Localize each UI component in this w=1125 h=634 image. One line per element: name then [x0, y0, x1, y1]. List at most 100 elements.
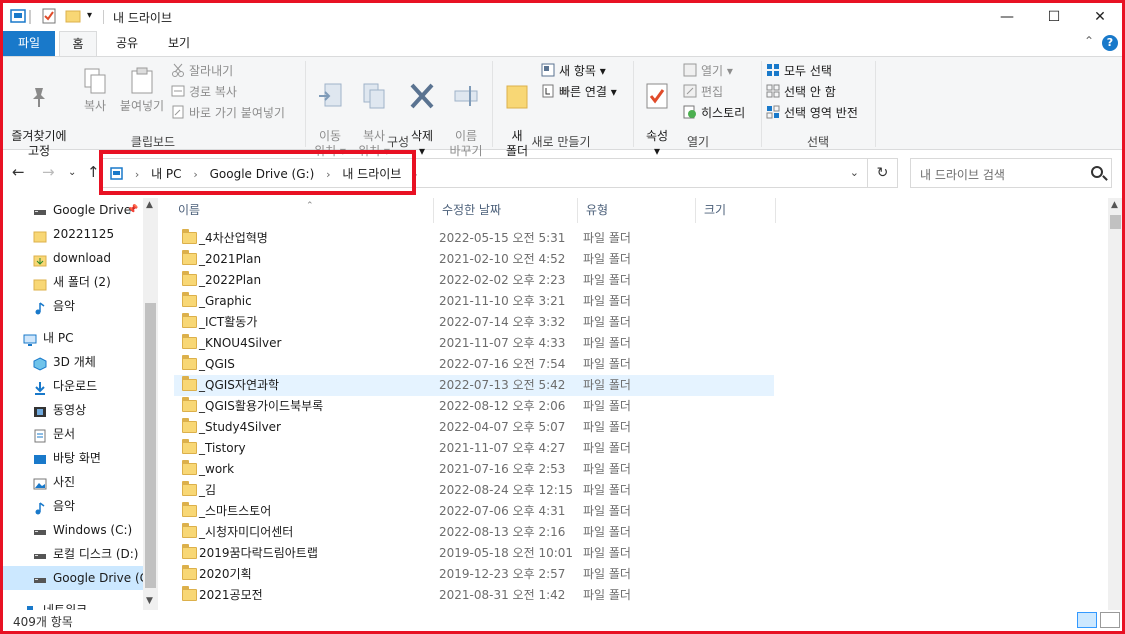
edit-button[interactable]: 편집 — [683, 82, 723, 102]
file-type: 파일 폴더 — [583, 336, 631, 350]
copy-button[interactable]: 복사 — [77, 67, 113, 114]
nav-item[interactable]: Google Drive (G:) — [3, 566, 143, 590]
scroll-up-icon[interactable]: ▲ — [146, 200, 153, 210]
select-none-button[interactable]: 선택 안 함 — [766, 82, 836, 102]
nav-item[interactable]: 20221125 — [3, 222, 143, 246]
table-row[interactable]: _스마트스토어 2022-07-06 오후 4:31 파일 폴더 — [174, 501, 774, 522]
recent-locations-button[interactable]: ⌄ — [68, 167, 76, 178]
table-row[interactable]: _ICT활동가 2022-07-14 오후 3:32 파일 폴더 — [174, 312, 774, 333]
open-button[interactable]: 열기 ▾ — [683, 61, 733, 81]
file-type: 파일 폴더 — [583, 441, 631, 455]
search-box[interactable]: 내 드라이브 검색 — [910, 158, 1112, 188]
table-row[interactable]: _Study4Silver 2022-04-07 오후 5:07 파일 폴더 — [174, 417, 774, 438]
table-row[interactable]: _김 2022-08-24 오후 12:15 파일 폴더 — [174, 480, 774, 501]
nav-item[interactable]: 3D 개체 — [3, 350, 143, 374]
nav-item[interactable]: download — [3, 246, 143, 270]
nav-item[interactable]: Google Drive 📌 — [3, 198, 143, 222]
table-row[interactable]: _Graphic 2021-11-10 오후 3:21 파일 폴더 — [174, 291, 774, 312]
file-type: 파일 폴더 — [583, 378, 631, 392]
new-folder-quick-icon[interactable] — [65, 8, 81, 24]
copy-path-button[interactable]: 경로 복사 — [171, 82, 237, 102]
customize-quick-access-icon[interactable]: ▾ — [87, 8, 103, 24]
cut-button[interactable]: 잘라내기 — [171, 61, 233, 81]
table-row[interactable]: _2022Plan 2022-02-02 오후 2:23 파일 폴더 — [174, 270, 774, 291]
nav-item[interactable]: 바탕 화면 — [3, 446, 143, 470]
scroll-up-icon[interactable]: ▲ — [1111, 200, 1118, 210]
close-button[interactable]: ✕ — [1077, 3, 1123, 31]
column-size[interactable]: 크기 — [696, 198, 776, 223]
maximize-button[interactable]: ☐ — [1031, 3, 1077, 31]
collapse-ribbon-icon[interactable]: ⌃ — [1084, 34, 1094, 48]
folder-icon — [182, 313, 197, 328]
file-list-scrollbar[interactable]: ▲ — [1108, 198, 1123, 610]
folder-icon — [182, 292, 197, 307]
table-row[interactable]: _시청자미디어센터 2022-08-13 오후 2:16 파일 폴더 — [174, 522, 774, 543]
nav-item[interactable]: 음악 — [3, 494, 143, 518]
table-row[interactable]: _4차산업혁명 2022-05-15 오전 5:31 파일 폴더 — [174, 228, 774, 249]
column-date-modified[interactable]: 수정한 날짜 — [434, 198, 578, 223]
table-row[interactable]: _QGIS활용가이드북부록 2022-08-12 오후 2:06 파일 폴더 — [174, 396, 774, 417]
nav-item[interactable]: 다운로드 — [3, 374, 143, 398]
nav-item-label: 20221125 — [53, 227, 115, 241]
nav-scrollbar[interactable]: ▲ ▼ — [143, 198, 158, 610]
move-to-button[interactable]: 이동 위치 ▾ — [309, 67, 351, 159]
move-to-icon — [317, 82, 343, 110]
tab-view[interactable]: 보기 — [159, 31, 199, 56]
nav-item[interactable]: 새 폴더 (2) — [3, 270, 143, 294]
explorer-app-icon[interactable] — [10, 8, 26, 24]
history-button[interactable]: 히스토리 — [683, 103, 745, 123]
scrollbar-thumb[interactable] — [1110, 215, 1121, 229]
scroll-down-icon[interactable]: ▼ — [146, 596, 153, 606]
table-row[interactable]: 2020기획 2019-12-23 오후 2:57 파일 폴더 — [174, 564, 774, 585]
folder-icon — [182, 544, 197, 559]
table-row[interactable]: 2019꿈다락드림아트랩 2019-05-18 오전 10:01 파일 폴더 — [174, 543, 774, 564]
file-type: 파일 폴더 — [583, 315, 631, 329]
properties-quick-icon[interactable] — [41, 8, 57, 24]
pin-label: 즐겨찾기에 고정 — [11, 129, 67, 158]
nav-item[interactable]: 사진 — [3, 470, 143, 494]
table-row[interactable]: 2021공모전 2021-08-31 오전 1:42 파일 폴더 — [174, 585, 774, 606]
nav-item[interactable]: 네트워크 — [3, 598, 143, 610]
nav-item[interactable]: 음악 — [3, 294, 143, 318]
nav-item[interactable]: 문서 — [3, 422, 143, 446]
easy-access-button[interactable]: 빠른 연결 ▾ — [541, 82, 617, 102]
rename-button[interactable]: 이름 바꾸기 — [445, 67, 487, 159]
file-name: _KNOU4Silver — [199, 336, 282, 350]
nav-item[interactable]: Windows (C:) — [3, 518, 143, 542]
up-button[interactable]: ↑ — [87, 163, 100, 181]
file-date: 2022-07-16 오전 7:54 — [439, 357, 566, 371]
paste-shortcut-button[interactable]: 바로 가기 붙여넣기 — [171, 103, 285, 123]
table-row[interactable]: _Tistory 2021-11-07 오후 4:27 파일 폴더 — [174, 438, 774, 459]
details-view-button[interactable] — [1077, 612, 1097, 628]
table-row[interactable]: _QGIS 2022-07-16 오전 7:54 파일 폴더 — [174, 354, 774, 375]
column-name[interactable]: 이름 ⌃ — [170, 198, 434, 223]
open-label: 열기 ▾ — [701, 64, 733, 78]
large-icons-view-button[interactable] — [1100, 612, 1120, 628]
table-row[interactable]: _KNOU4Silver 2021-11-07 오후 4:33 파일 폴더 — [174, 333, 774, 354]
nav-item[interactable]: 동영상 — [3, 398, 143, 422]
refresh-button[interactable]: ↻ — [867, 158, 898, 188]
address-dropdown-icon[interactable]: ⌄ — [850, 166, 859, 179]
column-type[interactable]: 유형 — [578, 198, 696, 223]
back-button[interactable]: ← — [12, 163, 25, 181]
table-row[interactable]: _2021Plan 2021-02-10 오전 4:52 파일 폴더 — [174, 249, 774, 270]
nav-item[interactable]: 로컬 디스크 (D:) — [3, 542, 143, 566]
table-row[interactable]: _QGIS자연과학 2022-07-13 오전 5:42 파일 폴더 — [174, 375, 774, 396]
help-icon[interactable]: ? — [1102, 35, 1118, 51]
table-row[interactable]: _work 2021-07-16 오후 2:53 파일 폴더 — [174, 459, 774, 480]
forward-button[interactable]: → — [42, 163, 55, 181]
pin-to-quick-access-button[interactable]: 즐겨찾기에 고정 — [7, 67, 71, 159]
properties-button[interactable]: 속성 ▾ — [637, 67, 677, 159]
new-item-button[interactable]: 새 항목 ▾ — [541, 61, 606, 81]
minimize-button[interactable]: — — [984, 3, 1030, 31]
nav-item[interactable]: 내 PC — [3, 326, 143, 350]
select-all-button[interactable]: 모두 선택 — [766, 61, 832, 81]
tab-file[interactable]: 파일 — [3, 31, 55, 56]
open-group-label: 열기 — [686, 135, 710, 149]
paste-button[interactable]: 붙여넣기 — [117, 67, 167, 114]
tab-home[interactable]: 홈 — [59, 31, 97, 56]
nav-item-label: 내 PC — [43, 331, 74, 345]
invert-selection-button[interactable]: 선택 영역 반전 — [766, 103, 858, 123]
tab-share[interactable]: 공유 — [107, 31, 147, 56]
scrollbar-thumb[interactable] — [145, 303, 156, 588]
